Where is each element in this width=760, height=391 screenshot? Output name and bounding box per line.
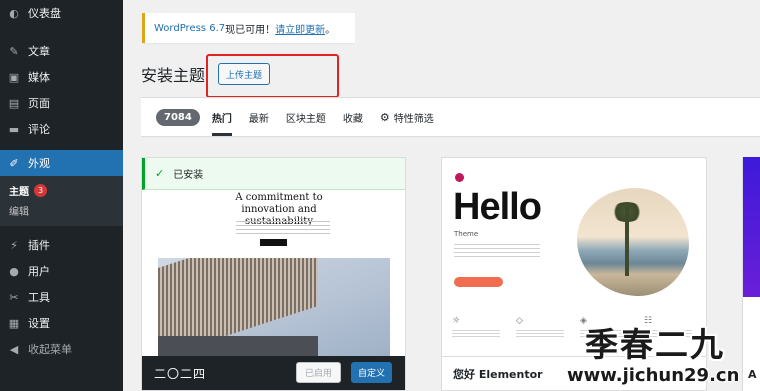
menu-pages[interactable]: ▤ 页面	[0, 90, 123, 116]
dashboard-icon: ◐	[9, 6, 19, 20]
settings-icon: ▦	[8, 316, 20, 330]
media-icon: ▣	[8, 70, 20, 84]
elementor-logo-icon	[455, 173, 464, 182]
screenshot-button	[260, 239, 287, 246]
theme-filter-bar: 7084 热门 最新 区块主题 收藏 ⚙ 特性筛选	[141, 97, 760, 137]
wordpress-version-link[interactable]: WordPress 6.7	[154, 23, 225, 34]
menu-tools-label: 工具	[28, 291, 50, 304]
tab-favorites[interactable]: 收藏	[343, 98, 363, 136]
update-now-link[interactable]: 请立即更新	[275, 21, 325, 36]
theme-name-partial: A	[748, 368, 757, 381]
building-image	[158, 258, 390, 358]
theme-name: 二〇二四	[154, 366, 207, 381]
menu-plugins-label: 插件	[28, 239, 50, 252]
watermark-brand: 季春二九	[585, 325, 725, 364]
theme-card-partial[interactable]: A	[742, 157, 760, 391]
page-title: 安装主题	[141, 66, 206, 85]
theme-count: 7084	[156, 108, 200, 126]
appearance-submenu: 主题 3 编辑	[0, 176, 123, 226]
annotation-highlight-box	[206, 54, 339, 98]
menu-comments-label: 评论	[28, 123, 50, 136]
cactus-image	[577, 188, 689, 296]
menu-dashboard[interactable]: ◐ 仪表盘	[0, 0, 123, 26]
notice-period: 。	[325, 24, 336, 36]
page-icon: ▤	[8, 96, 20, 110]
themes-update-badge: 3	[34, 183, 47, 197]
screenshot-subtitle: Theme	[454, 230, 479, 238]
pin-icon: ✎	[9, 44, 19, 58]
activated-button: 已启用	[296, 362, 342, 383]
menu-comments[interactable]: ▬ 评论	[0, 116, 123, 142]
admin-sidebar: ◐ 仪表盘 ✎ 文章 ▣ 媒体 ▤ 页面 ▬ 评论 ✐ 外观 主题 3 编辑 ⚡ 插件 ● 用户 …	[0, 0, 123, 391]
theme-card-footer: 二〇二四 已启用 自定义	[142, 356, 405, 390]
theme-screenshot	[743, 157, 760, 297]
menu-tools[interactable]: ✂ 工具	[0, 284, 123, 310]
comment-icon: ▬	[8, 122, 20, 136]
theme-name: 您好 Elementor	[453, 367, 543, 381]
screenshot-button	[454, 277, 503, 287]
menu-posts[interactable]: ✎ 文章	[0, 38, 123, 64]
watermark-url: www.jichun29.cn	[567, 365, 740, 386]
lightbulb-icon: ☼	[452, 316, 461, 326]
submenu-themes-label: 主题	[9, 186, 29, 198]
wrench-icon: ✂	[9, 290, 19, 304]
menu-users-label: 用户	[28, 265, 50, 278]
page-header: 安装主题	[141, 62, 205, 86]
submenu-themes[interactable]: 主题 3	[0, 180, 123, 200]
menu-users[interactable]: ● 用户	[0, 258, 123, 284]
theme-screenshot: A commitment to innovation and sustainab…	[142, 190, 405, 358]
menu-settings-label: 设置	[28, 317, 50, 330]
update-notice: WordPress 6.7 现已可用！ 请立即更新 。	[142, 13, 355, 43]
notice-text: 现已可用！	[225, 24, 276, 36]
menu-media[interactable]: ▣ 媒体	[0, 64, 123, 90]
tab-block-themes[interactable]: 区块主题	[286, 98, 326, 136]
feature-filter-button[interactable]: ⚙ 特性筛选	[380, 110, 434, 125]
diamond-icon: ◇	[516, 316, 523, 326]
collapse-menu-button[interactable]: ◀ 收起菜单	[0, 336, 123, 362]
menu-media-label: 媒体	[28, 71, 50, 84]
screenshot-title: Hello	[453, 186, 542, 228]
gear-icon: ⚙	[379, 110, 390, 124]
menu-plugins[interactable]: ⚡ 插件	[0, 232, 123, 258]
menu-pages-label: 页面	[28, 97, 50, 110]
menu-appearance-label: 外观	[28, 157, 50, 170]
menu-dashboard-label: 仪表盘	[28, 7, 61, 20]
user-icon: ●	[9, 264, 19, 278]
checkmark-icon: ✓	[155, 167, 165, 180]
collapse-menu-label: 收起菜单	[28, 343, 72, 356]
menu-appearance[interactable]: ✐ 外观	[0, 150, 123, 176]
theme-card-twentytwentyfour[interactable]: ✓ 已安装 A commitment to innovation and sust…	[141, 157, 406, 391]
menu-settings[interactable]: ▦ 设置	[0, 310, 123, 336]
screenshot-text-lines	[236, 221, 330, 235]
submenu-editor[interactable]: 编辑	[0, 200, 123, 220]
tab-latest[interactable]: 最新	[249, 98, 269, 136]
menu-posts-label: 文章	[28, 45, 50, 58]
submenu-editor-label: 编辑	[9, 206, 29, 218]
plugin-icon: ⚡	[10, 238, 18, 252]
collapse-arrow-icon: ◀	[9, 342, 19, 356]
installed-label: 已安装	[173, 170, 204, 181]
feature-filter-label: 特性筛选	[393, 113, 434, 125]
tab-popular[interactable]: 热门	[211, 98, 232, 136]
screenshot-text-lines	[454, 244, 540, 258]
brush-icon: ✐	[9, 156, 19, 170]
installed-notice: ✓ 已安装	[142, 158, 405, 190]
customize-button[interactable]: 自定义	[351, 362, 393, 383]
